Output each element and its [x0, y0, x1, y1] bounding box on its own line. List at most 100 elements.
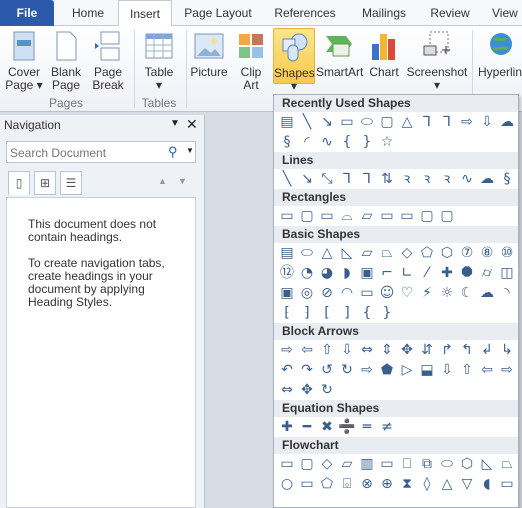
shape-icon[interactable]: ⎕ [397, 454, 417, 474]
shape-icon[interactable]: △ [317, 243, 337, 263]
shape-icon[interactable]: ◗ [337, 263, 357, 283]
shape-icon[interactable]: ◇ [317, 454, 337, 474]
shape-icon[interactable]: ⇨ [497, 360, 517, 380]
shape-icon[interactable]: ▭ [497, 474, 517, 494]
shape-icon[interactable]: } [357, 132, 377, 152]
shape-icon[interactable]: ⬟ [377, 360, 397, 380]
shape-icon[interactable]: ⑩ [497, 243, 517, 263]
shape-icon[interactable]: ⇔ [277, 380, 297, 400]
shape-icon[interactable]: ◫ [497, 263, 517, 283]
shape-icon[interactable]: ▭ [297, 474, 317, 494]
shape-icon[interactable]: ◕ [317, 263, 337, 283]
shape-icon[interactable]: ⅂ [437, 112, 457, 132]
tab-headings[interactable]: ▯ [8, 171, 30, 195]
shape-icon[interactable]: ✚ [437, 263, 457, 283]
shape-icon[interactable]: ◊ [417, 474, 437, 494]
shape-icon[interactable]: △ [437, 474, 457, 494]
shape-icon[interactable]: ⑫ [277, 263, 297, 283]
shape-icon[interactable]: ⊕ [377, 474, 397, 494]
shape-icon[interactable]: ↷ [297, 360, 317, 380]
shape-icon[interactable]: ꝛ [397, 169, 417, 189]
shape-icon[interactable]: ═ [357, 417, 377, 437]
shape-icon[interactable]: ⏢ [377, 243, 397, 263]
shape-icon[interactable]: ☾ [457, 283, 477, 303]
shape-icon[interactable]: ⇩ [337, 340, 357, 360]
shape-icon[interactable]: ✖ [317, 417, 337, 437]
tab-page-layout[interactable]: Page Layout [180, 0, 256, 26]
page-break-button[interactable]: Page Break [90, 28, 126, 92]
shape-icon[interactable]: ⇨ [277, 340, 297, 360]
shape-icon[interactable]: ◇ [397, 243, 417, 263]
smartart-button[interactable]: SmartArt [316, 28, 363, 79]
shape-icon[interactable]: ☁ [477, 283, 497, 303]
shape-icon[interactable]: ∿ [457, 169, 477, 189]
shape-icon[interactable]: ⏢ [497, 454, 517, 474]
shape-icon[interactable]: ⤡ [317, 169, 337, 189]
shape-icon[interactable]: ⑦ [457, 243, 477, 263]
shape-icon[interactable]: ⇦ [477, 360, 497, 380]
shape-icon[interactable]: ╲ [297, 112, 317, 132]
tab-review[interactable]: Review [425, 0, 475, 26]
shape-icon[interactable]: ➗ [337, 417, 357, 437]
shape-icon[interactable]: ⇨ [457, 112, 477, 132]
shape-icon[interactable]: { [337, 132, 357, 152]
shape-icon[interactable]: ◺ [337, 243, 357, 263]
shape-icon[interactable]: ⑧ [477, 243, 497, 263]
shape-icon[interactable]: ↘ [317, 112, 337, 132]
shape-icon[interactable]: ▭ [277, 206, 297, 226]
shape-icon[interactable]: ↱ [437, 340, 457, 360]
shape-icon[interactable]: ↰ [457, 340, 477, 360]
shape-icon[interactable]: ✚ [277, 417, 297, 437]
shape-icon[interactable]: ⬠ [317, 474, 337, 494]
tab-pages[interactable]: ⊞ [34, 171, 56, 195]
tab-home[interactable]: Home [62, 0, 114, 26]
cover-page-button[interactable]: Cover Page ▾ [4, 28, 44, 92]
shape-icon[interactable]: ⅂ [337, 169, 357, 189]
shape-icon[interactable]: ▤ [277, 112, 297, 132]
hyperlink-button[interactable]: Hyperlink [478, 28, 522, 79]
pane-options-icon[interactable]: ▼ [170, 118, 180, 129]
shape-icon[interactable]: ⊘ [317, 283, 337, 303]
shape-icon[interactable]: ◔ [297, 263, 317, 283]
shape-icon[interactable]: ⁄ [417, 263, 437, 283]
shape-icon[interactable]: ▱ [357, 206, 377, 226]
shape-icon[interactable]: ↲ [477, 340, 497, 360]
shape-icon[interactable]: ↺ [317, 360, 337, 380]
tab-file[interactable]: File [0, 0, 54, 26]
shape-icon[interactable]: ⧗ [397, 474, 417, 494]
shape-icon[interactable]: ▢ [417, 206, 437, 226]
blank-page-button[interactable]: Blank Page [48, 28, 84, 92]
shape-icon[interactable]: ▢ [297, 206, 317, 226]
shape-icon[interactable]: § [497, 169, 517, 189]
shape-icon[interactable]: ▭ [357, 283, 377, 303]
shape-icon[interactable]: ━ [297, 417, 317, 437]
chart-button[interactable]: Chart [366, 28, 402, 79]
shape-icon[interactable]: ▽ [457, 474, 477, 494]
shape-icon[interactable]: ⁅ [277, 303, 297, 323]
shape-icon[interactable]: ▱ [357, 243, 377, 263]
shape-icon[interactable]: ▢ [437, 206, 457, 226]
shape-icon[interactable]: ∿ [317, 132, 337, 152]
shape-icon[interactable]: } [377, 303, 397, 323]
tab-mailings[interactable]: Mailings [355, 0, 413, 26]
shape-icon[interactable]: ▱ [337, 454, 357, 474]
tab-results[interactable]: ☰ [60, 171, 82, 195]
shape-icon[interactable]: ▢ [297, 454, 317, 474]
shape-icon[interactable]: ▷ [397, 360, 417, 380]
shape-icon[interactable]: ⇕ [377, 340, 397, 360]
shape-icon[interactable]: ⇧ [457, 360, 477, 380]
clip-art-button[interactable]: Clip Art [234, 28, 268, 92]
shape-icon[interactable]: { [357, 303, 377, 323]
shape-icon[interactable]: ↶ [277, 360, 297, 380]
shape-icon[interactable]: ▤ [277, 243, 297, 263]
shape-icon[interactable]: ⚡ [417, 283, 437, 303]
shape-icon[interactable]: ⬭ [357, 112, 377, 132]
shape-icon[interactable]: ⇧ [317, 340, 337, 360]
shape-icon[interactable]: ⊗ [357, 474, 377, 494]
shape-icon[interactable]: ▭ [377, 206, 397, 226]
shape-icon[interactable]: ♡ [397, 283, 417, 303]
shape-icon[interactable]: ⇩ [477, 112, 497, 132]
shape-icon[interactable]: ⇔ [357, 340, 377, 360]
chevron-down-icon[interactable]: ▼ [186, 146, 194, 155]
shape-icon[interactable]: ▢ [377, 112, 397, 132]
